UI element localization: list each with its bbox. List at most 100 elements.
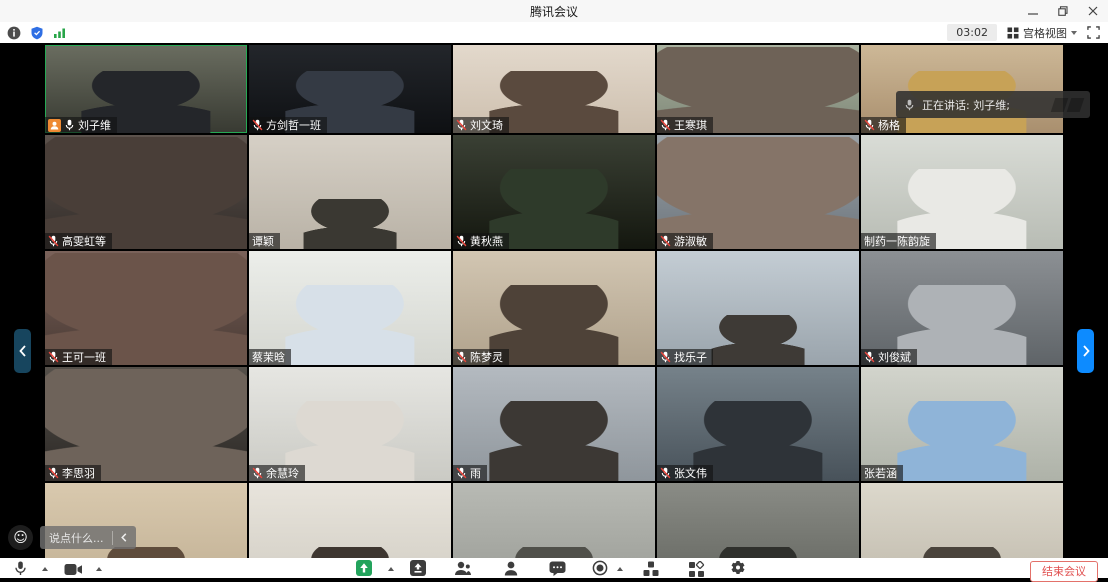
chevron-down-icon: [1071, 31, 1077, 35]
video-tile[interactable]: 张文伟: [657, 367, 859, 481]
end-meeting-button[interactable]: 结束会议: [1030, 561, 1098, 582]
muted-mic-icon: [456, 235, 467, 247]
share-options-caret[interactable]: [388, 567, 394, 571]
breakout-rooms-button[interactable]: [688, 561, 705, 582]
muted-mic-icon: [252, 119, 263, 131]
video-tile[interactable]: 黄秋燕: [453, 135, 655, 249]
apps-blocks-icon: [643, 561, 659, 577]
fullscreen-button[interactable]: [1087, 26, 1100, 39]
emoji-button[interactable]: ☺: [8, 525, 33, 550]
camera-button[interactable]: [64, 561, 83, 580]
microphone-options-caret[interactable]: [42, 567, 48, 571]
participant-silhouette: [712, 315, 805, 365]
share-screen-icon: [356, 560, 372, 576]
video-tile[interactable]: 李思羽: [45, 367, 247, 481]
video-tile[interactable]: 刘俊斌: [861, 251, 1063, 365]
chat-button[interactable]: [549, 561, 566, 580]
participant-name: 王寒琪: [674, 117, 707, 133]
view-mode-button[interactable]: 宫格视图: [1007, 25, 1077, 41]
manage-members-button[interactable]: [454, 561, 471, 580]
participant-name-tag: 方剑哲一班: [249, 117, 327, 133]
person-icon: [504, 561, 518, 576]
signal-bars-icon: [53, 27, 67, 39]
participant-name-tag: 刘文琦: [453, 117, 509, 133]
meeting-info-button[interactable]: [7, 26, 21, 40]
participant-name: 刘俊斌: [878, 349, 911, 365]
participant-name: 王可一班: [62, 349, 106, 365]
video-tile[interactable]: 高雯虹等: [45, 135, 247, 249]
record-icon: [592, 560, 608, 576]
participant-name: 制药一陈韵旋: [864, 233, 930, 249]
info-icon: [7, 26, 21, 40]
muted-mic-icon: [660, 467, 671, 479]
participant-name-tag: 张若涵: [861, 465, 903, 481]
video-tile[interactable]: 找乐子: [657, 251, 859, 365]
video-tile[interactable]: 余慧玲: [249, 367, 451, 481]
microphone-button[interactable]: [14, 561, 27, 580]
share-screen-button[interactable]: [356, 560, 372, 580]
video-tile[interactable]: [861, 483, 1063, 558]
invite-button[interactable]: [410, 560, 426, 580]
security-button[interactable]: [30, 26, 44, 40]
network-status-button[interactable]: [53, 27, 67, 39]
participants-button[interactable]: [504, 561, 518, 580]
video-tile[interactable]: 王可一班: [45, 251, 247, 365]
meeting-timer: 03:02: [947, 24, 997, 41]
video-tile[interactable]: 谭颖: [249, 135, 451, 249]
muted-mic-icon: [252, 467, 263, 479]
muted-mic-icon: [456, 467, 467, 479]
video-tile[interactable]: 雨: [453, 367, 655, 481]
video-tile[interactable]: [453, 483, 655, 558]
active-speaker-text: 正在讲话: 刘子维;: [922, 97, 1010, 113]
video-tile[interactable]: [657, 483, 859, 558]
participant-name-tag: 刘子维: [45, 117, 117, 133]
camera-icon: [64, 563, 83, 576]
close-button[interactable]: [1078, 0, 1108, 22]
participant-name: 方剑哲一班: [266, 117, 321, 133]
minimize-button[interactable]: [1018, 0, 1048, 22]
video-tile[interactable]: 方剑哲一班: [249, 45, 451, 133]
video-tile[interactable]: 游淑敏: [657, 135, 859, 249]
muted-mic-icon: [48, 467, 59, 479]
previous-page-button[interactable]: [14, 329, 31, 373]
record-button[interactable]: [592, 560, 608, 580]
participant-name-tag: 制药一陈韵旋: [861, 233, 936, 249]
video-tile[interactable]: 张若涵: [861, 367, 1063, 481]
camera-options-caret[interactable]: [96, 567, 102, 571]
pill-divider: [112, 531, 113, 545]
participant-name: 黄秋燕: [470, 233, 503, 249]
video-tile[interactable]: 刘文琦: [453, 45, 655, 133]
chat-bubble-icon: [549, 561, 566, 576]
quick-chat-input[interactable]: 说点什么...: [40, 526, 136, 549]
collapse-chevron-icon[interactable]: [121, 533, 127, 542]
muted-mic-icon: [48, 235, 59, 247]
video-tile[interactable]: 陈梦灵: [453, 251, 655, 365]
muted-mic-icon: [660, 235, 671, 247]
window-controls: [1018, 0, 1108, 22]
quick-chat-placeholder: 说点什么...: [49, 530, 104, 546]
video-tile[interactable]: 王寒琪: [657, 45, 859, 133]
fullscreen-icon: [1087, 26, 1100, 39]
record-options-caret[interactable]: [617, 567, 623, 571]
next-page-button[interactable]: [1077, 329, 1094, 373]
participant-name-tag: 刘俊斌: [861, 349, 917, 365]
participant-name-tag: 李思羽: [45, 465, 101, 481]
video-tile[interactable]: 制药一陈韵旋: [861, 135, 1063, 249]
video-tile[interactable]: 刘子维: [45, 45, 247, 133]
participant-name-tag: 陈梦灵: [453, 349, 509, 365]
muted-mic-icon: [864, 351, 875, 363]
apps-button[interactable]: [643, 561, 659, 581]
video-stage: 刘子维 方剑哲一班 刘文琦 王寒琪 杨格高雯虹等谭颖黄秋燕 游淑敏制药一陈韵旋王可一班 蔡茉…: [0, 43, 1108, 558]
participant-name: 找乐子: [674, 349, 707, 365]
video-tile[interactable]: 蔡茉晗: [249, 251, 451, 365]
grid-view-icon: [1007, 27, 1019, 39]
participant-name-tag: 王寒琪: [657, 117, 713, 133]
video-tile[interactable]: 杨格: [861, 45, 1063, 133]
restore-button[interactable]: [1048, 0, 1078, 22]
participant-name: 刘文琦: [470, 117, 503, 133]
video-tile[interactable]: [249, 483, 451, 558]
participant-silhouette: [489, 401, 618, 481]
shield-icon: [30, 26, 44, 40]
participant-name-tag: 张文伟: [657, 465, 713, 481]
settings-button[interactable]: [730, 560, 746, 580]
